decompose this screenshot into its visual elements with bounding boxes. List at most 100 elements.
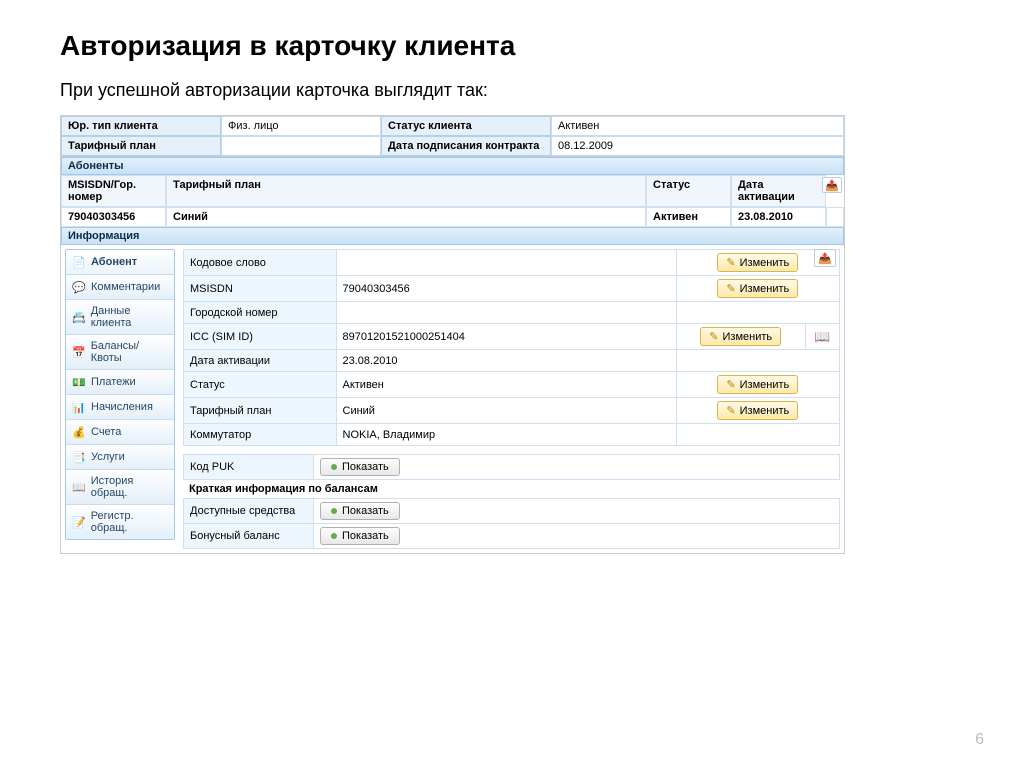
detail-value [336,250,676,276]
export-icon[interactable]: 📤 [814,249,836,267]
sidebar-item-comments-icon: 💬 [72,280,86,294]
sidebar-item-label: Услуги [91,451,125,463]
col-tariff: Тарифный план [166,175,646,207]
subscriber-msisdn[interactable]: 79040303456 [61,207,166,227]
detail-action: ✎Изменить [676,324,805,350]
sidebar-item-services[interactable]: 📑 Услуги [66,445,174,470]
sidebar-item-history[interactable]: 📖История обращ. [66,470,174,505]
client-card-screenshot: Юр. тип клиента Физ. лицо Статус клиента… [60,115,845,554]
detail-action: ✎Изменить [676,372,839,398]
edit-button[interactable]: ✎Изменить [700,327,781,346]
detail-key: Городской номер [184,302,337,324]
pencil-icon: ✎ [726,282,735,295]
edit-button[interactable]: ✎Изменить [717,253,798,272]
tariff-plan-label: Тарифный план [61,136,221,156]
sidebar-item-label: Начисления [91,401,153,413]
show-puk-button[interactable]: Показать [320,458,400,476]
contract-date-value: 08.12.2009 [551,136,844,156]
puk-row: Код PUK Показать [184,455,840,480]
detail-value: Активен [336,372,676,398]
sidebar-item-register[interactable]: 📝Регистр. обращ. [66,505,174,539]
sidebar-item-charges-icon: 📊 [72,400,86,414]
detail-key: MSISDN [184,276,337,302]
sidebar-item-label: Счета [91,426,121,438]
sidebar-item-subscriber[interactable]: 📄 Абонент [66,250,174,275]
detail-value: NOKIA, Владимир [336,424,676,446]
detail-key: Дата активации [184,350,337,372]
detail-row: Дата активации23.08.2010 [184,350,840,372]
detail-value: Синий [336,398,676,424]
subscribers-table: MSISDN/Гор. номер Тарифный план Статус Д… [61,175,844,227]
detail-row: СтатусАктивен✎Изменить [184,372,840,398]
contract-date-label: Дата подписания контракта [381,136,551,156]
detail-key: ICC (SIM ID) [184,324,337,350]
pencil-icon: ✎ [709,330,718,343]
pencil-icon: ✎ [726,256,735,269]
client-type-value: Физ. лицо [221,116,381,136]
pencil-icon: ✎ [726,404,735,417]
detail-row: Тарифный планСиний ✎Изменить [184,398,840,424]
subscriber-detail-panel: 📤 Кодовое слово✎ИзменитьMSISDN7904030345… [183,249,840,549]
col-msisdn: MSISDN/Гор. номер [61,175,166,207]
edit-button[interactable]: ✎Изменить [717,375,798,394]
show-balance-button[interactable]: Показать [320,527,400,545]
sidebar-item-subscriber-icon: 📄 [72,255,86,269]
detail-action [676,424,839,446]
sidebar-item-label: Регистр. обращ. [91,510,168,534]
sidebar-item-bills[interactable]: 💰 Счета [66,420,174,445]
sidebar-item-balances[interactable]: 📅 Балансы/Квоты [66,335,174,370]
export-icon[interactable]: 📤 [822,177,842,193]
show-balance-button[interactable]: Показать [320,502,400,520]
detail-row: КоммутаторNOKIA, Владимир [184,424,840,446]
balance-row: Доступные средстваПоказать [184,499,840,524]
subscribers-section-header: Абоненты [61,157,844,175]
sidebar-item-comments[interactable]: 💬 Комментарии [66,275,174,300]
balance-key: Бонусный баланс [184,524,314,549]
detail-row: MSISDN79040303456 ✎Изменить [184,276,840,302]
detail-key: Коммутатор [184,424,337,446]
detail-value: 89701201521000251404 [336,324,676,350]
sidebar-item-client-data-icon: 📇 [72,310,86,324]
sidebar-item-label: Комментарии [91,281,160,293]
sidebar-item-payments-icon: 💵 [72,375,86,389]
puk-label: Код PUK [184,455,314,480]
detail-value: 79040303456 [336,276,676,302]
balance-action: Показать [314,499,840,524]
detail-action [676,350,839,372]
detail-value: 23.08.2010 [336,350,676,372]
sidebar-item-client-data[interactable]: 📇 Данные клиента [66,300,174,335]
subscriber-activation: 23.08.2010 [731,207,826,227]
sidebar-item-balances-icon: 📅 [72,345,86,359]
sidebar-item-label: Абонент [91,256,137,268]
client-header-grid: Юр. тип клиента Физ. лицо Статус клиента… [61,116,844,157]
edit-button[interactable]: ✎Изменить [717,401,798,420]
sidebar-item-payments[interactable]: 💵Платежи [66,370,174,395]
subscriber-status: Активен [646,207,731,227]
sidebar-item-services-icon: 📑 [72,450,86,464]
slide-title: Авторизация в карточку клиента [60,30,964,62]
balance-action: Показать [314,524,840,549]
sidebar-item-charges[interactable]: 📊 Начисления [66,395,174,420]
detail-key: Кодовое слово [184,250,337,276]
detail-action: ✎Изменить [676,276,839,302]
tariff-plan-value [221,136,381,156]
sidebar-item-bills-icon: 💰 [72,425,86,439]
client-status-label: Статус клиента [381,116,551,136]
sidebar-item-history-icon: 📖 [72,480,86,494]
client-type-label: Юр. тип клиента [61,116,221,136]
balance-row: Бонусный баланс Показать [184,524,840,549]
dot-icon [331,533,337,539]
detail-row: Кодовое слово ✎Изменить [184,250,840,276]
detail-action [676,302,839,324]
info-section-header: Информация [61,227,844,245]
slide-page-number: 6 [975,731,984,749]
detail-row: Городской номер [184,302,840,324]
sidebar-item-label: Балансы/Квоты [91,340,168,364]
edit-button[interactable]: ✎Изменить [717,279,798,298]
balance-table: Доступные средстваПоказатьБонусный балан… [183,498,840,549]
sidebar-item-label: Данные клиента [91,305,168,329]
detail-key: Тарифный план [184,398,337,424]
book-icon[interactable]: 📖 [814,329,830,344]
detail-value [336,302,676,324]
detail-row: ICC (SIM ID)89701201521000251404 ✎Изменит… [184,324,840,350]
